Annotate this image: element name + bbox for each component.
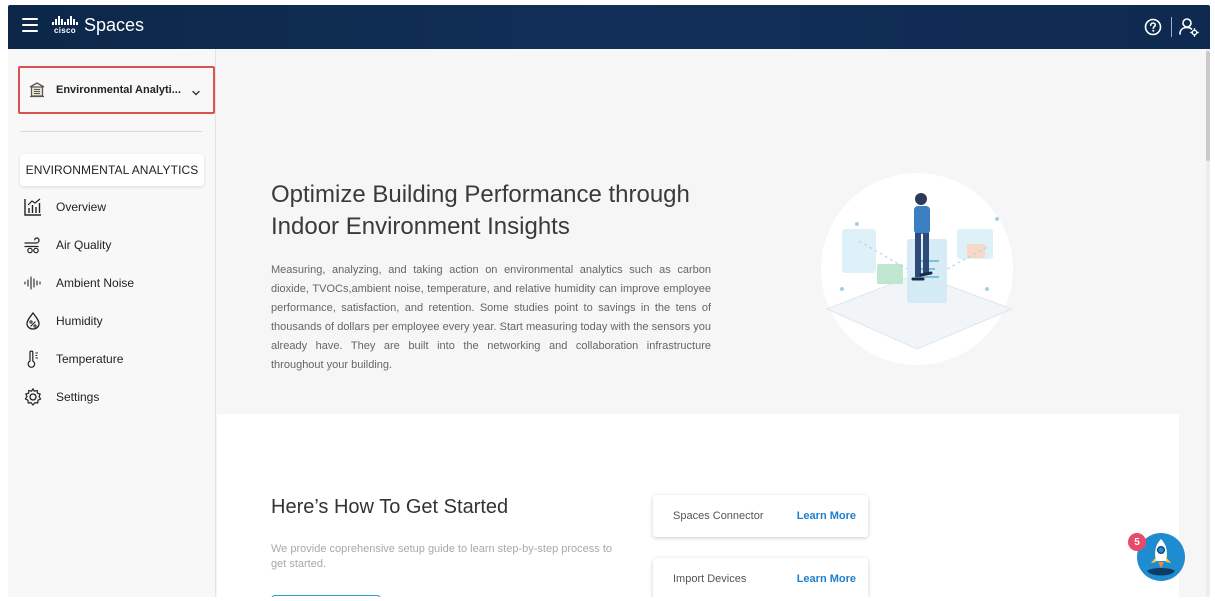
- gear-icon: [22, 386, 44, 408]
- sidebar-item-temperature[interactable]: Temperature: [22, 340, 208, 378]
- learn-more-link[interactable]: Learn More: [797, 510, 856, 522]
- card-label: Spaces Connector: [673, 510, 764, 522]
- sidebar-item-label: Settings: [56, 390, 100, 404]
- cisco-logo-text: cisco: [54, 26, 76, 35]
- building-icon: [28, 81, 46, 99]
- import-devices-card: Import Devices Learn More: [653, 558, 868, 597]
- sidebar-item-overview[interactable]: Overview: [22, 188, 208, 226]
- workspace-label: Environmental Analyti...: [56, 84, 181, 96]
- user-settings-icon[interactable]: [1178, 16, 1200, 38]
- get-started-description: We provide coprehensive setup guide to l…: [271, 543, 612, 570]
- sidebar-item-humidity[interactable]: Humidity: [22, 302, 208, 340]
- sidebar-item-label: Ambient Noise: [56, 276, 135, 290]
- thermometer-icon: [22, 348, 44, 370]
- hero-description: Measuring, analyzing, and taking action …: [271, 264, 711, 371]
- main-content: Optimize Building Performance through In…: [217, 49, 1210, 597]
- sidebar-item-air-quality[interactable]: Air Quality: [22, 226, 208, 264]
- get-started-section: Here’s How To Get Started We provide cop…: [217, 414, 1179, 597]
- overview-chart-icon: [22, 196, 44, 218]
- hero-title: Optimize Building Performance through In…: [271, 181, 690, 240]
- get-started-button[interactable]: [271, 595, 381, 597]
- app-title: Spaces: [84, 15, 145, 35]
- chevron-down-icon: [191, 85, 201, 96]
- cisco-logo: cisco: [52, 16, 78, 38]
- sidebar-item-label: Humidity: [56, 314, 103, 328]
- humidity-icon: [22, 310, 44, 332]
- sidebar-item-settings[interactable]: Settings: [22, 378, 208, 416]
- sidebar-item-label: Temperature: [56, 352, 124, 366]
- sidebar: Environmental Analyti... ENVIRONMENTAL A…: [8, 49, 216, 597]
- scrollbar-thumb[interactable]: [1206, 51, 1210, 161]
- learn-more-link[interactable]: Learn More: [797, 573, 856, 585]
- ambient-noise-icon: [22, 272, 44, 294]
- notification-badge: 5: [1128, 533, 1146, 551]
- hero-illustration: [797, 169, 1037, 369]
- app-window: cisco Spaces Environmental Analyti... EN…: [8, 5, 1210, 597]
- hamburger-menu-icon[interactable]: [22, 18, 38, 34]
- sidebar-item-ambient-noise[interactable]: Ambient Noise: [22, 264, 208, 302]
- header-divider: [1171, 17, 1172, 37]
- top-bar: cisco Spaces: [8, 5, 1210, 49]
- get-started-title: Here’s How To Get Started: [271, 496, 509, 518]
- air-quality-icon: [22, 234, 44, 256]
- spaces-connector-card: Spaces Connector Learn More: [653, 495, 868, 537]
- sidebar-item-label: Overview: [56, 200, 107, 214]
- hero-section: Optimize Building Performance through In…: [217, 49, 1210, 414]
- sidebar-nav: Overview Air Quality Ambient Noise Humid…: [22, 188, 208, 416]
- sidebar-divider: [20, 131, 202, 132]
- section-title: ENVIRONMENTAL ANALYTICS: [20, 154, 204, 186]
- workspace-dropdown[interactable]: Environmental Analyti...: [18, 66, 215, 114]
- help-circle-icon[interactable]: [1144, 18, 1162, 36]
- card-label: Import Devices: [673, 573, 747, 585]
- sidebar-item-label: Air Quality: [56, 238, 112, 252]
